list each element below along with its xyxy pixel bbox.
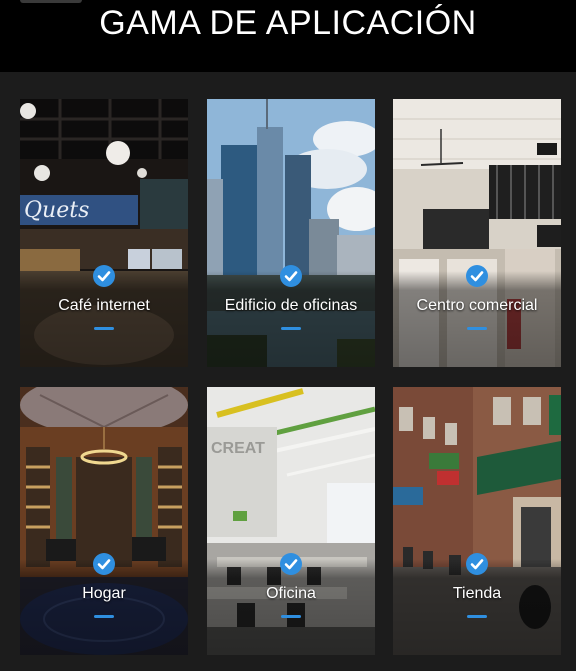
label-underline — [467, 615, 487, 618]
top-tab-indicator — [20, 0, 82, 3]
card-label: Edificio de oficinas — [224, 297, 358, 314]
check-circle-icon — [280, 265, 302, 287]
check-circle-icon — [466, 553, 488, 575]
label-underline — [281, 327, 301, 330]
card-oficina[interactable]: CREAT Oficina — [207, 387, 375, 655]
check-circle-icon — [93, 265, 115, 287]
svg-text:CREAT: CREAT — [211, 440, 265, 457]
check-circle-icon — [466, 265, 488, 287]
card-label: Tienda — [452, 585, 502, 602]
card-cafe-internet[interactable]: Quets Café internet — [20, 99, 188, 367]
card-label: Centro comercial — [416, 297, 538, 314]
check-circle-icon — [280, 553, 302, 575]
card-tienda[interactable]: Tienda — [393, 387, 561, 655]
header-bar: GAMA DE APLICACIÓN — [0, 0, 576, 72]
svg-text:Quets: Quets — [24, 198, 89, 223]
check-circle-icon — [93, 553, 115, 575]
label-underline — [281, 615, 301, 618]
label-underline — [467, 327, 487, 330]
label-underline — [94, 327, 114, 330]
card-label: Hogar — [82, 585, 126, 602]
card-centro-comercial[interactable]: Centro comercial — [393, 99, 561, 367]
card-label: Café internet — [58, 297, 150, 314]
card-edificio-de-oficinas[interactable]: Edificio de oficinas — [207, 99, 375, 367]
page-title: GAMA DE APLICACIÓN — [99, 4, 477, 42]
card-label: Oficina — [266, 585, 316, 602]
card-hogar[interactable]: Hogar — [20, 387, 188, 655]
label-underline — [94, 615, 114, 618]
